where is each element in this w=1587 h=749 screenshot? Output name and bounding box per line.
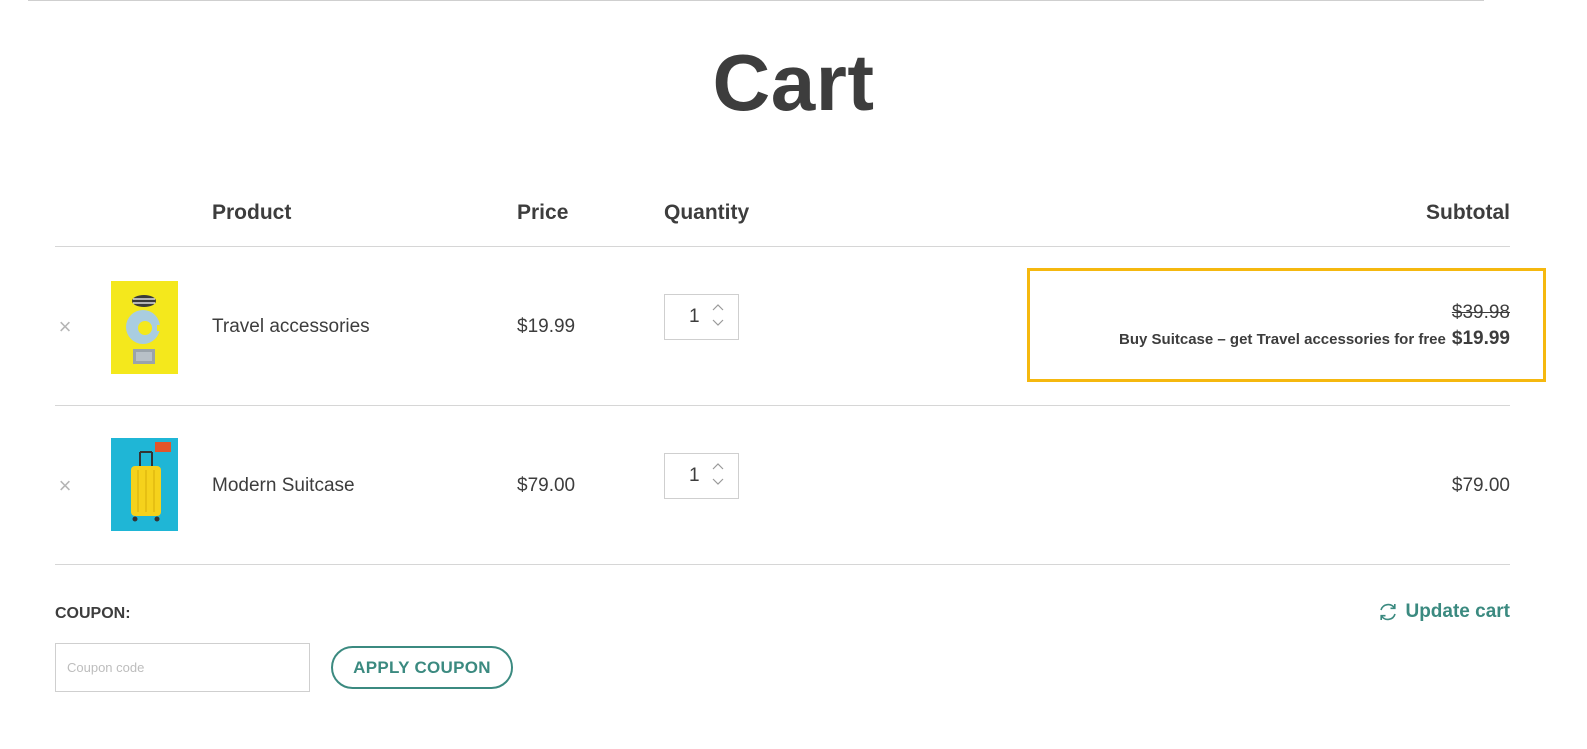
quantity-stepper[interactable]: 1 [664,453,739,499]
header-quantity: Quantity [664,201,750,224]
chevron-up-icon[interactable] [712,462,724,472]
product-price: $79.00 [517,475,576,496]
promo-deal-text: Buy Suitcase – get Travel accessories fo… [1119,331,1446,348]
promo-highlight-box [1027,268,1546,382]
table-row: × Modern Suitcase $79.00 1 $79.00 [0,406,1587,564]
quantity-value[interactable]: 1 [689,306,700,328]
remove-item-icon[interactable]: × [55,316,75,338]
refresh-icon [1377,601,1399,623]
update-cart-button[interactable]: Update cart [1377,601,1510,623]
chevron-up-icon[interactable] [712,303,724,313]
apply-coupon-button[interactable]: APPLY COUPON [331,646,513,689]
discounted-subtotal: $19.99 [1451,328,1510,349]
chevron-down-icon[interactable] [712,478,724,488]
row-divider [55,564,1510,565]
product-name-link[interactable]: Travel accessories [212,316,370,338]
header-product: Product [212,201,292,224]
header-price: Price [517,201,569,224]
coupon-code-input[interactable] [55,643,310,692]
modern-suitcase-thumbnail [111,438,178,531]
travel-accessories-thumbnail [111,281,178,374]
header-subtotal: Subtotal [1426,201,1510,224]
top-divider [28,0,1484,1]
modern-suitcase-image[interactable] [111,438,178,531]
promo-deal-line: Buy Suitcase – get Travel accessories fo… [1119,328,1510,350]
quantity-value[interactable]: 1 [689,465,700,487]
coupon-label: COUPON: [55,605,131,622]
chevron-down-icon[interactable] [712,319,724,329]
original-subtotal: $39.98 [1451,302,1510,323]
remove-item-icon[interactable]: × [55,475,75,497]
item-subtotal: $79.00 [1451,475,1510,496]
travel-accessories-image[interactable] [111,281,178,374]
product-name-link[interactable]: Modern Suitcase [212,475,355,497]
product-price: $19.99 [517,316,576,337]
update-cart-label: Update cart [1405,601,1510,622]
page-title: Cart [712,38,875,127]
quantity-stepper[interactable]: 1 [664,294,739,340]
